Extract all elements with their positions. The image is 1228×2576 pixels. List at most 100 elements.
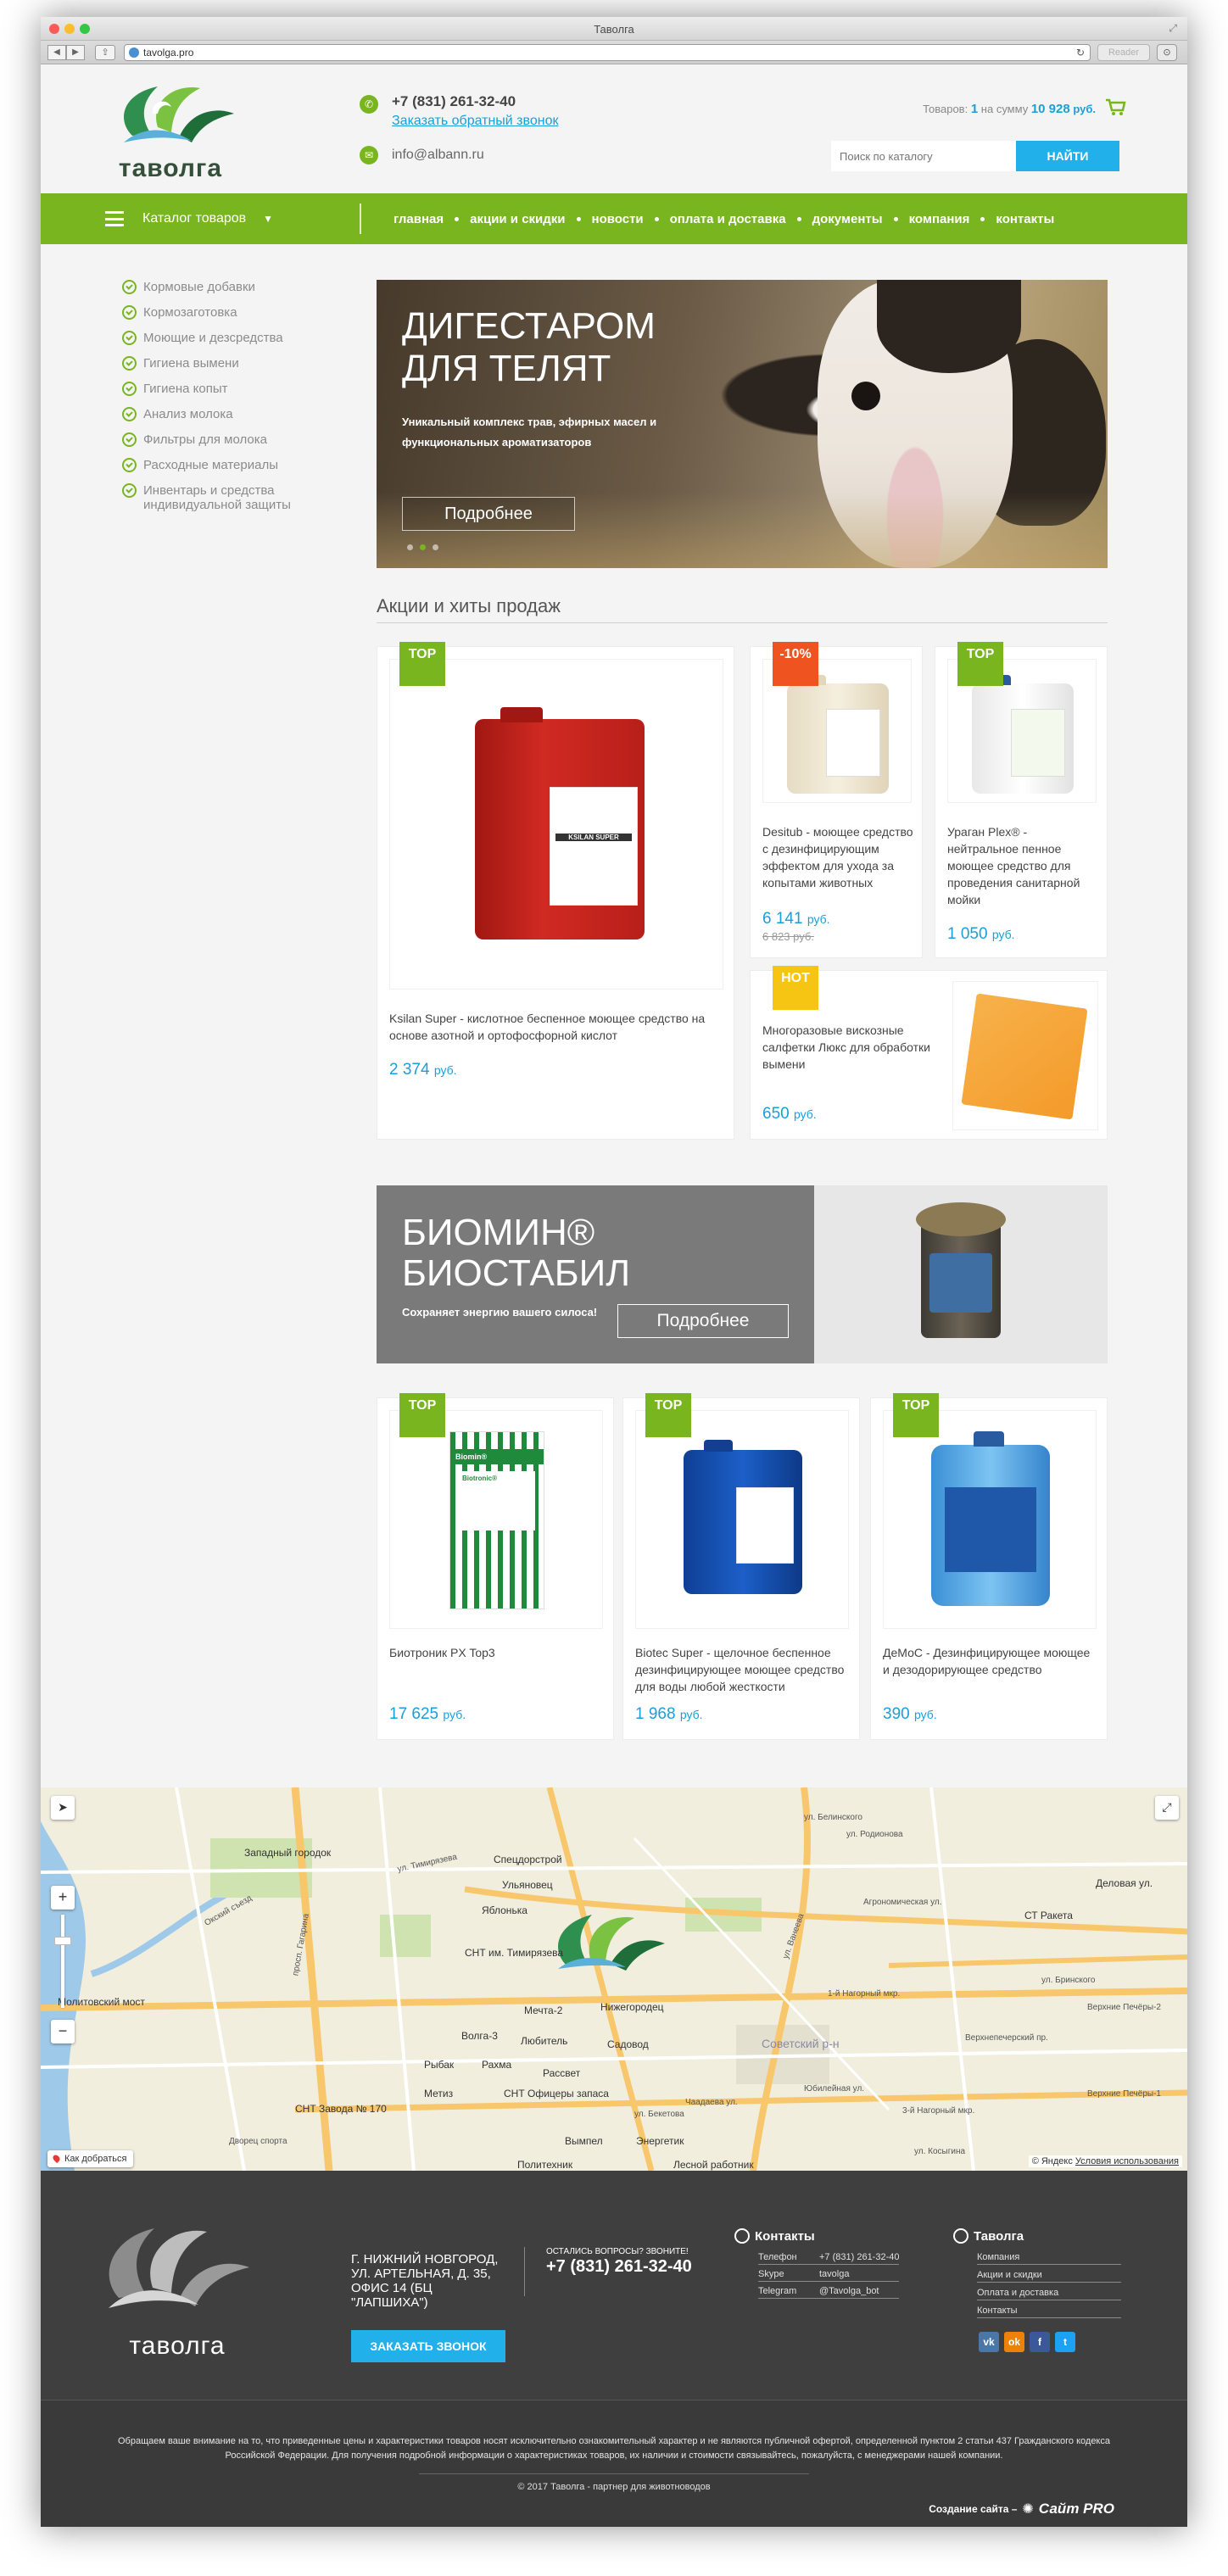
check-circle-icon [122,331,137,345]
sidebar-item-milk-filters[interactable]: Фильтры для молока [122,432,343,447]
sidebar-item-udder-hygiene[interactable]: Гигиена вымени [122,356,343,371]
product-card[interactable]: TOP ДеМоС - Дезинфицирующее моющее и дез… [870,1393,1108,1740]
sidebar-item-milk-analysis[interactable]: Анализ молока [122,407,343,421]
reader-button[interactable]: Reader [1097,44,1150,61]
odnoklassniki-icon[interactable]: ok [1004,2332,1024,2352]
footer-link-promotions[interactable]: Акции и скидки [977,2270,1121,2283]
product-name[interactable]: Biotec Super - щелочное беспенное дезинф… [635,1644,847,1695]
product-card[interactable]: TOP Ураган Plex® - нейтральное пенное мо… [935,642,1108,958]
promo-banner[interactable]: БИОМИН® БИОСТАБИЛ Сохраняет энергию ваше… [377,1185,1108,1363]
sidebar-item-forage[interactable]: Кормозаготовка [122,305,343,320]
cart-icon[interactable] [1104,97,1126,117]
hero-more-button[interactable]: Подробнее [402,497,575,531]
product-card[interactable]: Biomin® Biotronic® TOP Биотроник PX Top3… [377,1393,614,1740]
map-label: Яблонька [482,1904,527,1916]
section-title: Акции и хиты продаж [377,595,1108,623]
footer-contacts-title: Контакты [734,2228,899,2244]
cart-prefix: Товаров: [923,103,968,115]
header-email[interactable]: info@albann.ru [392,148,484,163]
nav-item-contacts[interactable]: контакты [996,212,1054,226]
route-button[interactable]: Как добраться [47,2150,134,2167]
footer-phone[interactable]: +7 (831) 261-32-40 [546,2257,692,2277]
twitter-icon[interactable]: t [1055,2332,1075,2352]
share-button[interactable]: ⇪ [95,45,115,60]
catalog-sidebar: Кормовые добавки Кормозаготовка Моющие и… [122,280,343,523]
product-name[interactable]: Многоразовые вискозные салфетки Люкс для… [762,1022,932,1073]
hero-slider[interactable]: ДИГЕСТАРОМ ДЛЯ ТЕЛЯТ Уникальный комплекс… [377,280,1108,568]
product-card[interactable]: TOP Biotec Super - щелочное беспенное де… [622,1393,860,1740]
legal-divider [419,2473,809,2474]
location-map[interactable]: Западный городок Спецдорстрой Ульяновец … [41,1787,1187,2171]
contact-row[interactable]: Skype tavolga [758,2269,900,2282]
map-label: Молитовский мост [58,1996,145,2008]
nav-item-home[interactable]: главная [394,212,444,226]
site-logo[interactable]: таволга [98,76,243,182]
zoom-in-button[interactable]: + [51,1886,75,1910]
made-by[interactable]: Создание сайта – ✺ Сайт PRO [929,2501,1114,2517]
geolocation-button[interactable]: ➤ [51,1796,75,1820]
promo-title-line2: БИОСТАБИЛ [402,1252,631,1294]
footer-link-contacts[interactable]: Контакты [977,2306,1121,2318]
vk-icon[interactable]: vk [979,2332,999,2352]
map-terms-link[interactable]: Условия использования [1075,2156,1179,2166]
product-name[interactable]: ДеМоС - Дезинфицирующее моющее и дезодор… [883,1644,1095,1678]
contact-row[interactable]: Telegram @Tavolga_bot [758,2286,900,2299]
product-card[interactable]: -10% Desitub - моющее средство с дезинфи… [750,642,923,958]
nav-item-promotions[interactable]: акции и скидки [470,212,565,226]
nav-dot [796,216,801,221]
header-phone[interactable]: +7 (831) 261-32-40 [392,93,516,110]
sidebar-item-detergents[interactable]: Моющие и дезсредства [122,331,343,345]
contact-value: @Tavolga_bot [819,2286,879,2296]
footer-company-title-text: Таволга [974,2228,1024,2244]
reload-icon[interactable]: ↻ [1076,45,1085,60]
footer-link-company[interactable]: Компания [977,2252,1121,2265]
nav-item-company[interactable]: компания [909,212,970,226]
tag-badge: TOP [399,1393,445,1437]
search-input[interactable] [831,141,1016,171]
sidebar-item-consumables[interactable]: Расходные материалы [122,458,343,472]
sidebar-item-ppe[interactable]: Инвентарь и средства индивидуальной защи… [122,483,343,512]
zoom-out-button[interactable]: − [51,2020,75,2044]
downloads-button[interactable]: ⊙ [1157,44,1177,61]
promo-more-button[interactable]: Подробнее [617,1304,789,1338]
map-label: Лесной работник [673,2159,754,2171]
nav-item-documents[interactable]: документы [812,212,883,226]
nav-item-payment-delivery[interactable]: оплата и доставка [670,212,786,226]
slider-dot[interactable] [407,544,413,550]
facebook-icon[interactable]: f [1030,2332,1050,2352]
nav-menu: главная акции и скидки новости оплата и … [394,193,1054,244]
forward-button[interactable]: ▶ [66,45,85,60]
sidebar-item-hoof-hygiene[interactable]: Гигиена копыт [122,382,343,396]
address-bar[interactable]: tavolga.pro ↻ [124,44,1091,61]
sidebar-item-label: Моющие и дезсредства [143,331,283,345]
product-name[interactable]: Биотроник PX Top3 [389,1644,601,1661]
footer-logo[interactable]: таволга [80,2205,258,2360]
product-name[interactable]: Ksilan Super - кислотное беспенное моюще… [389,1010,720,1044]
nav-item-news[interactable]: новости [592,212,644,226]
product-card[interactable]: HOT Многоразовые вискозные салфетки Люкс… [750,966,1108,1140]
back-button[interactable]: ◀ [47,45,66,60]
footer-link-payment[interactable]: Оплата и доставка [977,2288,1121,2300]
check-circle-icon [122,483,137,498]
slider-dot[interactable] [433,544,438,550]
product-label-text: Biomin® [450,1449,544,1464]
contact-row[interactable]: Телефон +7 (831) 261-32-40 [758,2252,900,2265]
cart-summary[interactable]: Товаров: 1 на сумму 10 928 руб. [923,102,1096,116]
product-name[interactable]: Ураган Plex® - нейтральное пенное моющее… [947,823,1100,908]
sidebar-item-feed-additives[interactable]: Кормовые добавки [122,280,343,294]
fullscreen-icon[interactable]: ⤢ [1169,22,1177,35]
tag-badge: TOP [645,1393,691,1437]
callback-link[interactable]: Заказать обратный звонок [392,114,558,129]
map-label: Рассвет [543,2067,581,2079]
product-name[interactable]: Desitub - моющее средство с дезинфицирую… [762,823,915,891]
site-header: таволга ✆ +7 (831) 261-32-40 Заказать об… [41,64,1187,193]
slider-dot-active[interactable] [420,544,426,550]
zoom-handle[interactable] [54,1937,71,1945]
product-label-text: KSILAN SUPER [555,834,632,841]
product-card[interactable]: KSILAN SUPER TOP Ksilan Super - кислотно… [377,642,734,1140]
search-button[interactable]: НАЙТИ [1016,141,1119,171]
catalog-toggle[interactable]: Каталог товаров ▼ [105,193,273,244]
expand-map-button[interactable]: ⤢ [1155,1796,1179,1820]
price-value: 650 [762,1105,790,1123]
order-call-button[interactable]: ЗАКАЗАТЬ ЗВОНОК [351,2330,505,2362]
